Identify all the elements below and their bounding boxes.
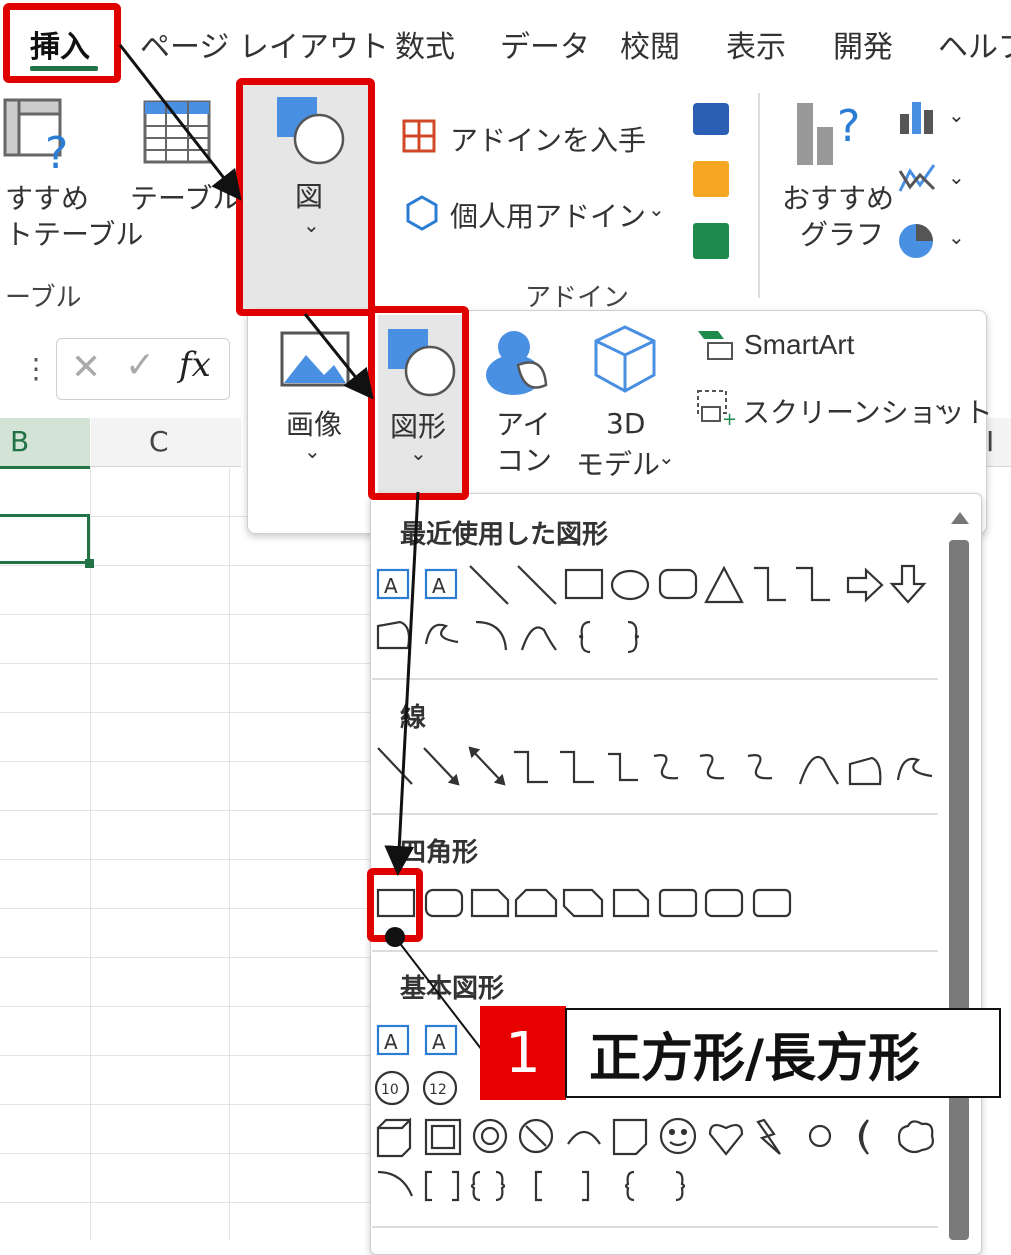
step-number-badge: 1: [480, 1006, 566, 1100]
callout-label: 正方形/長方形: [565, 1008, 1001, 1098]
